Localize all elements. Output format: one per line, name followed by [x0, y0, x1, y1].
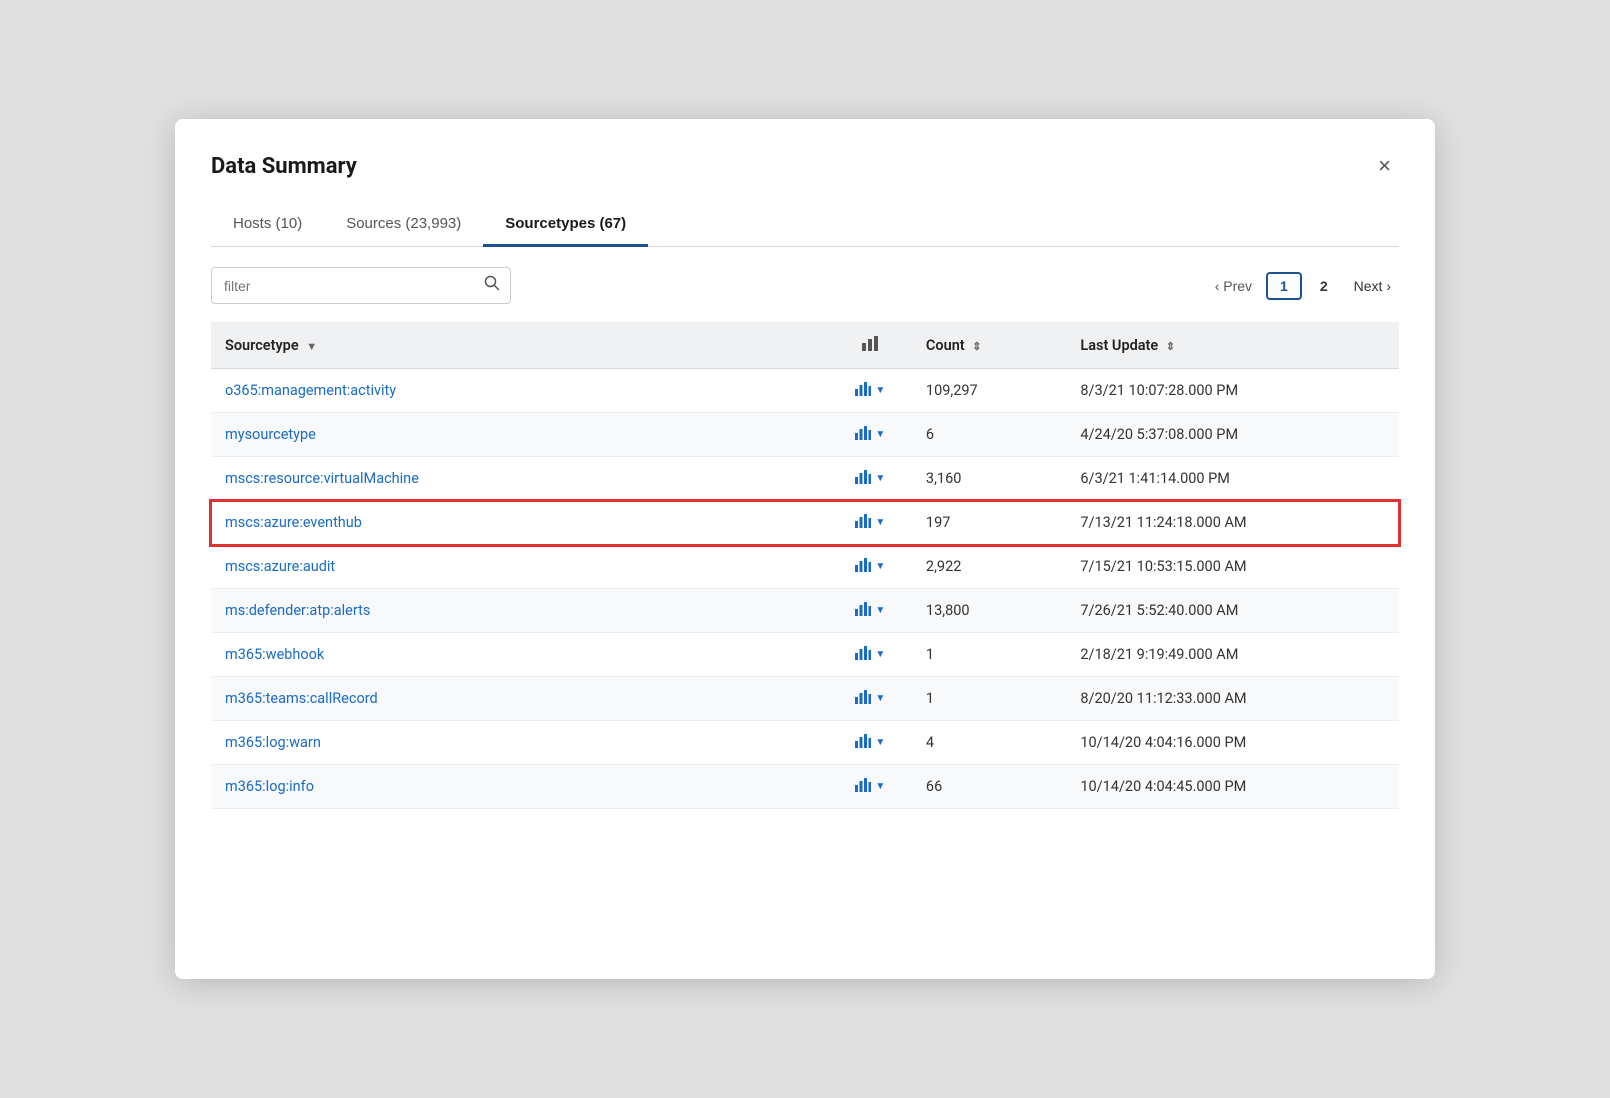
- bar-chart-icon[interactable]: [855, 425, 871, 444]
- chart-dropdown-arrow[interactable]: ▼: [875, 517, 885, 528]
- last-update-cell: 7/15/21 10:53:15.000 AM: [1066, 545, 1399, 589]
- chevron-right-icon: ›: [1386, 278, 1391, 294]
- next-button[interactable]: Next ›: [1346, 272, 1399, 300]
- chart-dropdown-arrow[interactable]: ▼: [875, 781, 885, 792]
- last-update-cell: 6/3/21 1:41:14.000 PM: [1066, 457, 1399, 501]
- tab-sources[interactable]: Sources (23,993): [324, 205, 483, 247]
- count-cell: 197: [912, 501, 1066, 545]
- search-icon: [484, 275, 500, 291]
- bar-chart-icon[interactable]: [855, 689, 871, 708]
- count-cell: 1: [912, 677, 1066, 721]
- sourcetype-link[interactable]: mysourcetype: [225, 426, 316, 443]
- tab-hosts[interactable]: Hosts (10): [211, 205, 324, 247]
- bar-chart-icon[interactable]: [855, 381, 871, 400]
- prev-button[interactable]: ‹ Prev: [1207, 272, 1260, 300]
- col-header-count[interactable]: Count ⇕: [912, 322, 1066, 369]
- chart-dropdown-arrow[interactable]: ▼: [875, 385, 885, 396]
- table-row: mscs:azure:eventhub ▼ 1977/13/21 11:24:1…: [211, 501, 1399, 545]
- last-update-cell: 8/3/21 10:07:28.000 PM: [1066, 369, 1399, 413]
- sort-icon-count: ⇕: [972, 340, 981, 353]
- last-update-cell: 8/20/20 11:12:33.000 AM: [1066, 677, 1399, 721]
- col-count-label: Count: [926, 337, 965, 354]
- table-row: m365:log:info ▼ 6610/14/20 4:04:45.000 P…: [211, 765, 1399, 809]
- table-row: m365:log:warn ▼ 410/14/20 4:04:16.000 PM: [211, 721, 1399, 765]
- sourcetype-link[interactable]: ms:defender:atp:alerts: [225, 602, 370, 619]
- count-cell: 13,800: [912, 589, 1066, 633]
- sort-icon-sourcetype: ▼: [306, 340, 317, 353]
- sourcetype-link[interactable]: o365:management:activity: [225, 382, 396, 399]
- sourcetype-link[interactable]: m365:log:info: [225, 778, 314, 795]
- data-table: Sourcetype ▼ Count ⇕ Last Update ⇕: [211, 322, 1399, 809]
- last-update-cell: 10/14/20 4:04:45.000 PM: [1066, 765, 1399, 809]
- table-row: m365:teams:callRecord ▼ 18/20/20 11:12:3…: [211, 677, 1399, 721]
- chart-dropdown-arrow[interactable]: ▼: [875, 649, 885, 660]
- last-update-cell: 7/13/21 11:24:18.000 AM: [1066, 501, 1399, 545]
- tab-sourcetypes[interactable]: Sourcetypes (67): [483, 205, 648, 247]
- page-1-button[interactable]: 1: [1266, 272, 1302, 300]
- bar-chart-header-icon: [861, 334, 879, 352]
- bar-chart-icon[interactable]: [855, 557, 871, 576]
- bar-chart-icon[interactable]: [855, 777, 871, 796]
- pagination: ‹ Prev 1 2 Next ›: [1207, 272, 1399, 300]
- filter-input[interactable]: [212, 270, 474, 302]
- toolbar: ‹ Prev 1 2 Next ›: [211, 267, 1399, 304]
- chevron-left-icon: ‹: [1215, 278, 1220, 294]
- col-sourcetype-label: Sourcetype: [225, 337, 299, 354]
- chart-dropdown-arrow[interactable]: ▼: [875, 429, 885, 440]
- chart-dropdown-arrow[interactable]: ▼: [875, 561, 885, 572]
- chart-dropdown-arrow[interactable]: ▼: [875, 693, 885, 704]
- last-update-cell: 4/24/20 5:37:08.000 PM: [1066, 413, 1399, 457]
- page-2-button[interactable]: 2: [1308, 274, 1340, 298]
- count-cell: 3,160: [912, 457, 1066, 501]
- next-label: Next: [1354, 278, 1387, 294]
- sourcetype-link[interactable]: mscs:azure:audit: [225, 558, 335, 575]
- tabs-container: Hosts (10) Sources (23,993) Sourcetypes …: [211, 205, 1399, 247]
- table-header-row: Sourcetype ▼ Count ⇕ Last Update ⇕: [211, 322, 1399, 369]
- bar-chart-icon[interactable]: [855, 513, 871, 532]
- last-update-cell: 7/26/21 5:52:40.000 AM: [1066, 589, 1399, 633]
- close-button[interactable]: ×: [1370, 151, 1399, 181]
- table-row: mysourcetype ▼ 64/24/20 5:37:08.000 PM: [211, 413, 1399, 457]
- count-cell: 1: [912, 633, 1066, 677]
- sourcetype-link[interactable]: m365:teams:callRecord: [225, 690, 378, 707]
- count-cell: 66: [912, 765, 1066, 809]
- bar-chart-icon[interactable]: [855, 469, 871, 488]
- col-header-chart[interactable]: [829, 322, 912, 369]
- table-row: o365:management:activity ▼ 109,2978/3/21…: [211, 369, 1399, 413]
- last-update-cell: 10/14/20 4:04:16.000 PM: [1066, 721, 1399, 765]
- data-summary-modal: Data Summary × Hosts (10) Sources (23,99…: [175, 119, 1435, 979]
- table-row: m365:webhook ▼ 12/18/21 9:19:49.000 AM: [211, 633, 1399, 677]
- sourcetype-link[interactable]: m365:log:warn: [225, 734, 321, 751]
- count-cell: 2,922: [912, 545, 1066, 589]
- bar-chart-icon[interactable]: [855, 601, 871, 620]
- bar-chart-icon[interactable]: [855, 733, 871, 752]
- table-body: o365:management:activity ▼ 109,2978/3/21…: [211, 369, 1399, 809]
- chart-dropdown-arrow[interactable]: ▼: [875, 473, 885, 484]
- table-row: ms:defender:atp:alerts ▼ 13,8007/26/21 5…: [211, 589, 1399, 633]
- search-button[interactable]: [474, 268, 510, 303]
- sourcetype-link[interactable]: m365:webhook: [225, 646, 324, 663]
- count-cell: 4: [912, 721, 1066, 765]
- count-cell: 6: [912, 413, 1066, 457]
- col-header-lastupdate[interactable]: Last Update ⇕: [1066, 322, 1399, 369]
- col-header-sourcetype[interactable]: Sourcetype ▼: [211, 322, 829, 369]
- table-row: mscs:azure:audit ▼ 2,9227/15/21 10:53:15…: [211, 545, 1399, 589]
- table-row: mscs:resource:virtualMachine ▼ 3,1606/3/…: [211, 457, 1399, 501]
- filter-wrap: [211, 267, 511, 304]
- modal-header: Data Summary ×: [211, 151, 1399, 181]
- col-lastupdate-label: Last Update: [1080, 337, 1158, 354]
- sort-icon-lastupdate: ⇕: [1166, 340, 1175, 353]
- last-update-cell: 2/18/21 9:19:49.000 AM: [1066, 633, 1399, 677]
- sourcetype-link[interactable]: mscs:azure:eventhub: [225, 514, 362, 531]
- sourcetype-link[interactable]: mscs:resource:virtualMachine: [225, 470, 419, 487]
- count-cell: 109,297: [912, 369, 1066, 413]
- chart-dropdown-arrow[interactable]: ▼: [875, 605, 885, 616]
- prev-label: Prev: [1223, 278, 1252, 294]
- bar-chart-icon[interactable]: [855, 645, 871, 664]
- modal-title: Data Summary: [211, 154, 357, 179]
- chart-dropdown-arrow[interactable]: ▼: [875, 737, 885, 748]
